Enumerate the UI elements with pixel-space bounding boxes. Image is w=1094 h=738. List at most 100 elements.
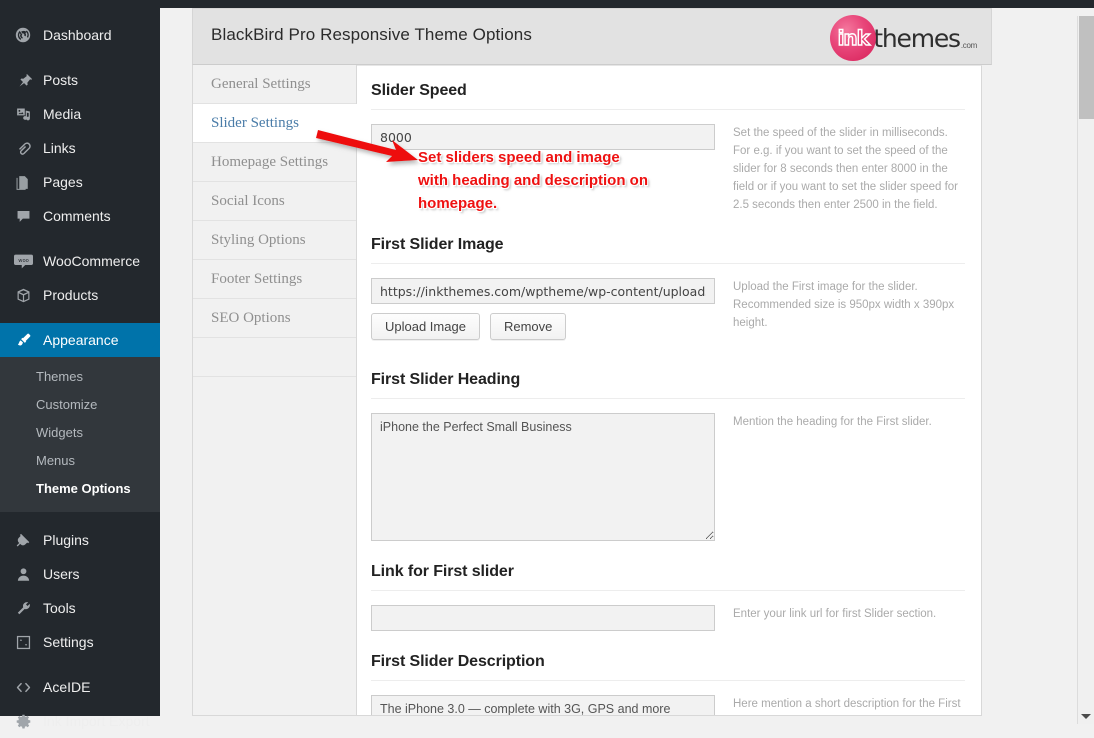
- sidebar-subitem-menus[interactable]: Menus: [0, 447, 160, 475]
- tab-label: Slider Settings: [211, 114, 299, 131]
- sidebar-subitem-customize[interactable]: Customize: [0, 391, 160, 419]
- option-tabs: General Settings Slider Settings Homepag…: [192, 65, 357, 716]
- svg-text:woo: woo: [18, 258, 29, 264]
- sidebar-item-aceide[interactable]: AceIDE: [0, 670, 160, 704]
- sidebar-item-users[interactable]: Users: [0, 557, 160, 591]
- sidebar-item-label: AceIDE: [43, 679, 91, 695]
- tab-homepage-settings[interactable]: Homepage Settings: [193, 143, 356, 182]
- code-icon: [12, 677, 34, 697]
- link-first-slider-help: Enter your link url for first Slider sec…: [733, 608, 937, 620]
- logo-circle-icon: ink: [830, 15, 877, 61]
- sidebar-item-woocommerce[interactable]: woo WooCommerce: [0, 244, 160, 278]
- tab-label: Homepage Settings: [211, 153, 329, 170]
- sidebar-subitem-themes[interactable]: Themes: [0, 363, 160, 391]
- sidebar-item-products[interactable]: Products: [0, 278, 160, 312]
- sidebar-item-label: Posts: [43, 72, 79, 88]
- window-scrollbar[interactable]: [1077, 16, 1094, 724]
- media-icon: [12, 104, 34, 124]
- divider: [371, 590, 965, 591]
- woocommerce-icon: woo: [12, 251, 34, 271]
- sidebar-item-label: Comments: [43, 208, 111, 224]
- pages-icon: [12, 172, 34, 192]
- sidebar-item-label: Products: [43, 287, 99, 303]
- settings-icon: [12, 632, 34, 652]
- sidebar-item-comments[interactable]: Comments: [0, 199, 160, 233]
- section-title-slider-speed: Slider Speed: [371, 82, 467, 99]
- tab-label: General Settings: [211, 75, 311, 92]
- sidebar-subitem-widgets[interactable]: Widgets: [0, 419, 160, 447]
- link-icon: [12, 138, 34, 158]
- divider: [371, 263, 965, 264]
- sidebar-item-pages[interactable]: Pages: [0, 165, 160, 199]
- dashboard-icon: [12, 25, 34, 45]
- tab-styling-options[interactable]: Styling Options: [193, 221, 356, 260]
- theme-options-header: BlackBird Pro Responsive Theme Options i…: [192, 8, 992, 65]
- sidebar-item-label: Dashboard: [43, 27, 112, 43]
- user-icon: [12, 564, 34, 584]
- main-region: BlackBird Pro Responsive Theme Options i…: [160, 8, 1094, 724]
- slider-speed-input[interactable]: [371, 124, 715, 150]
- logo-mark-text: ink: [837, 25, 871, 50]
- tab-seo-options[interactable]: SEO Options: [193, 299, 356, 338]
- admin-sidebar: Dashboard Posts Media Links Pages Commen…: [0, 0, 160, 729]
- section-first-slider-description: Here mention a short description for the…: [371, 695, 965, 715]
- first-slider-image-url-input[interactable]: [371, 278, 715, 304]
- tab-slider-settings[interactable]: Slider Settings: [193, 104, 357, 143]
- first-slider-description-help: Here mention a short description for the…: [733, 698, 961, 710]
- sidebar-subitem-theme-options[interactable]: Theme Options: [0, 475, 160, 503]
- option-content-panel: Slider Speed Set the speed of the slider…: [357, 65, 982, 716]
- first-slider-image-help: Upload the First image for the slider. R…: [733, 281, 955, 329]
- remove-image-button[interactable]: Remove: [489, 313, 567, 340]
- tab-general-settings[interactable]: General Settings: [193, 65, 356, 104]
- sidebar-item-posts[interactable]: Posts: [0, 63, 160, 97]
- sidebar-item-dashboard[interactable]: Dashboard: [0, 18, 160, 52]
- sidebar-item-label: Media: [43, 106, 82, 122]
- tab-label: Social Icons: [211, 192, 285, 209]
- sidebar-item-label: Settings: [43, 634, 94, 650]
- divider: [371, 398, 965, 399]
- tab-social-icons[interactable]: Social Icons: [193, 182, 356, 221]
- link-first-slider-input[interactable]: [371, 605, 715, 631]
- sidebar-item-appearance[interactable]: Appearance: [0, 323, 160, 357]
- section-slider-speed: Set the speed of the slider in milliseco…: [371, 124, 965, 214]
- inkthemes-logo: ink themes .com: [830, 13, 977, 63]
- first-slider-heading-help: Mention the heading for the First slider…: [733, 416, 932, 428]
- upload-image-button[interactable]: Upload Image: [371, 313, 480, 340]
- slider-speed-help: Set the speed of the slider in milliseco…: [733, 127, 959, 211]
- section-first-slider-image: Upload Image Remove Upload the First ima…: [371, 278, 965, 340]
- scrollbar-thumb[interactable]: [1079, 16, 1094, 119]
- divider: [371, 109, 965, 110]
- section-title-first-slider-image: First Slider Image: [371, 236, 504, 253]
- section-title-first-slider-heading: First Slider Heading: [371, 371, 521, 388]
- sidebar-item-label: Tools: [43, 600, 76, 616]
- gear-icon: [12, 711, 34, 731]
- comment-icon: [12, 206, 34, 226]
- tab-label: Footer Settings: [211, 270, 303, 287]
- sidebar-item-plugins[interactable]: Plugins: [0, 523, 160, 557]
- sidebar-item-ink-import-export[interactable]: Ink Import Export: [0, 704, 160, 738]
- tab-label: SEO Options: [211, 309, 291, 326]
- admin-bar: [0, 0, 1094, 8]
- tab-footer-settings[interactable]: Footer Settings: [193, 260, 356, 299]
- scroll-down-arrow-icon[interactable]: [1078, 708, 1094, 724]
- sidebar-item-settings[interactable]: Settings: [0, 625, 160, 659]
- sidebar-item-label: WooCommerce: [43, 253, 140, 269]
- box-icon: [12, 285, 34, 305]
- sidebar-item-media[interactable]: Media: [0, 97, 160, 131]
- sidebar-item-tools[interactable]: Tools: [0, 591, 160, 625]
- brush-icon: [12, 330, 34, 350]
- logo-word-text: themes: [873, 23, 961, 53]
- tab-filler: [193, 338, 356, 377]
- sidebar-item-label: Links: [43, 140, 76, 156]
- section-title-first-slider-description: First Slider Description: [371, 653, 545, 670]
- section-first-slider-heading: Mention the heading for the First slider…: [371, 413, 965, 541]
- divider: [371, 680, 965, 681]
- sidebar-item-label: Ink Import Export: [43, 713, 150, 729]
- first-slider-heading-textarea[interactable]: [371, 413, 715, 541]
- sidebar-item-label: Appearance: [43, 332, 119, 348]
- sidebar-item-links[interactable]: Links: [0, 131, 160, 165]
- appearance-submenu: Themes Customize Widgets Menus Theme Opt…: [0, 357, 160, 512]
- plugin-icon: [12, 530, 34, 550]
- first-slider-description-textarea[interactable]: [371, 695, 715, 715]
- section-title-link-first-slider: Link for First slider: [371, 563, 514, 580]
